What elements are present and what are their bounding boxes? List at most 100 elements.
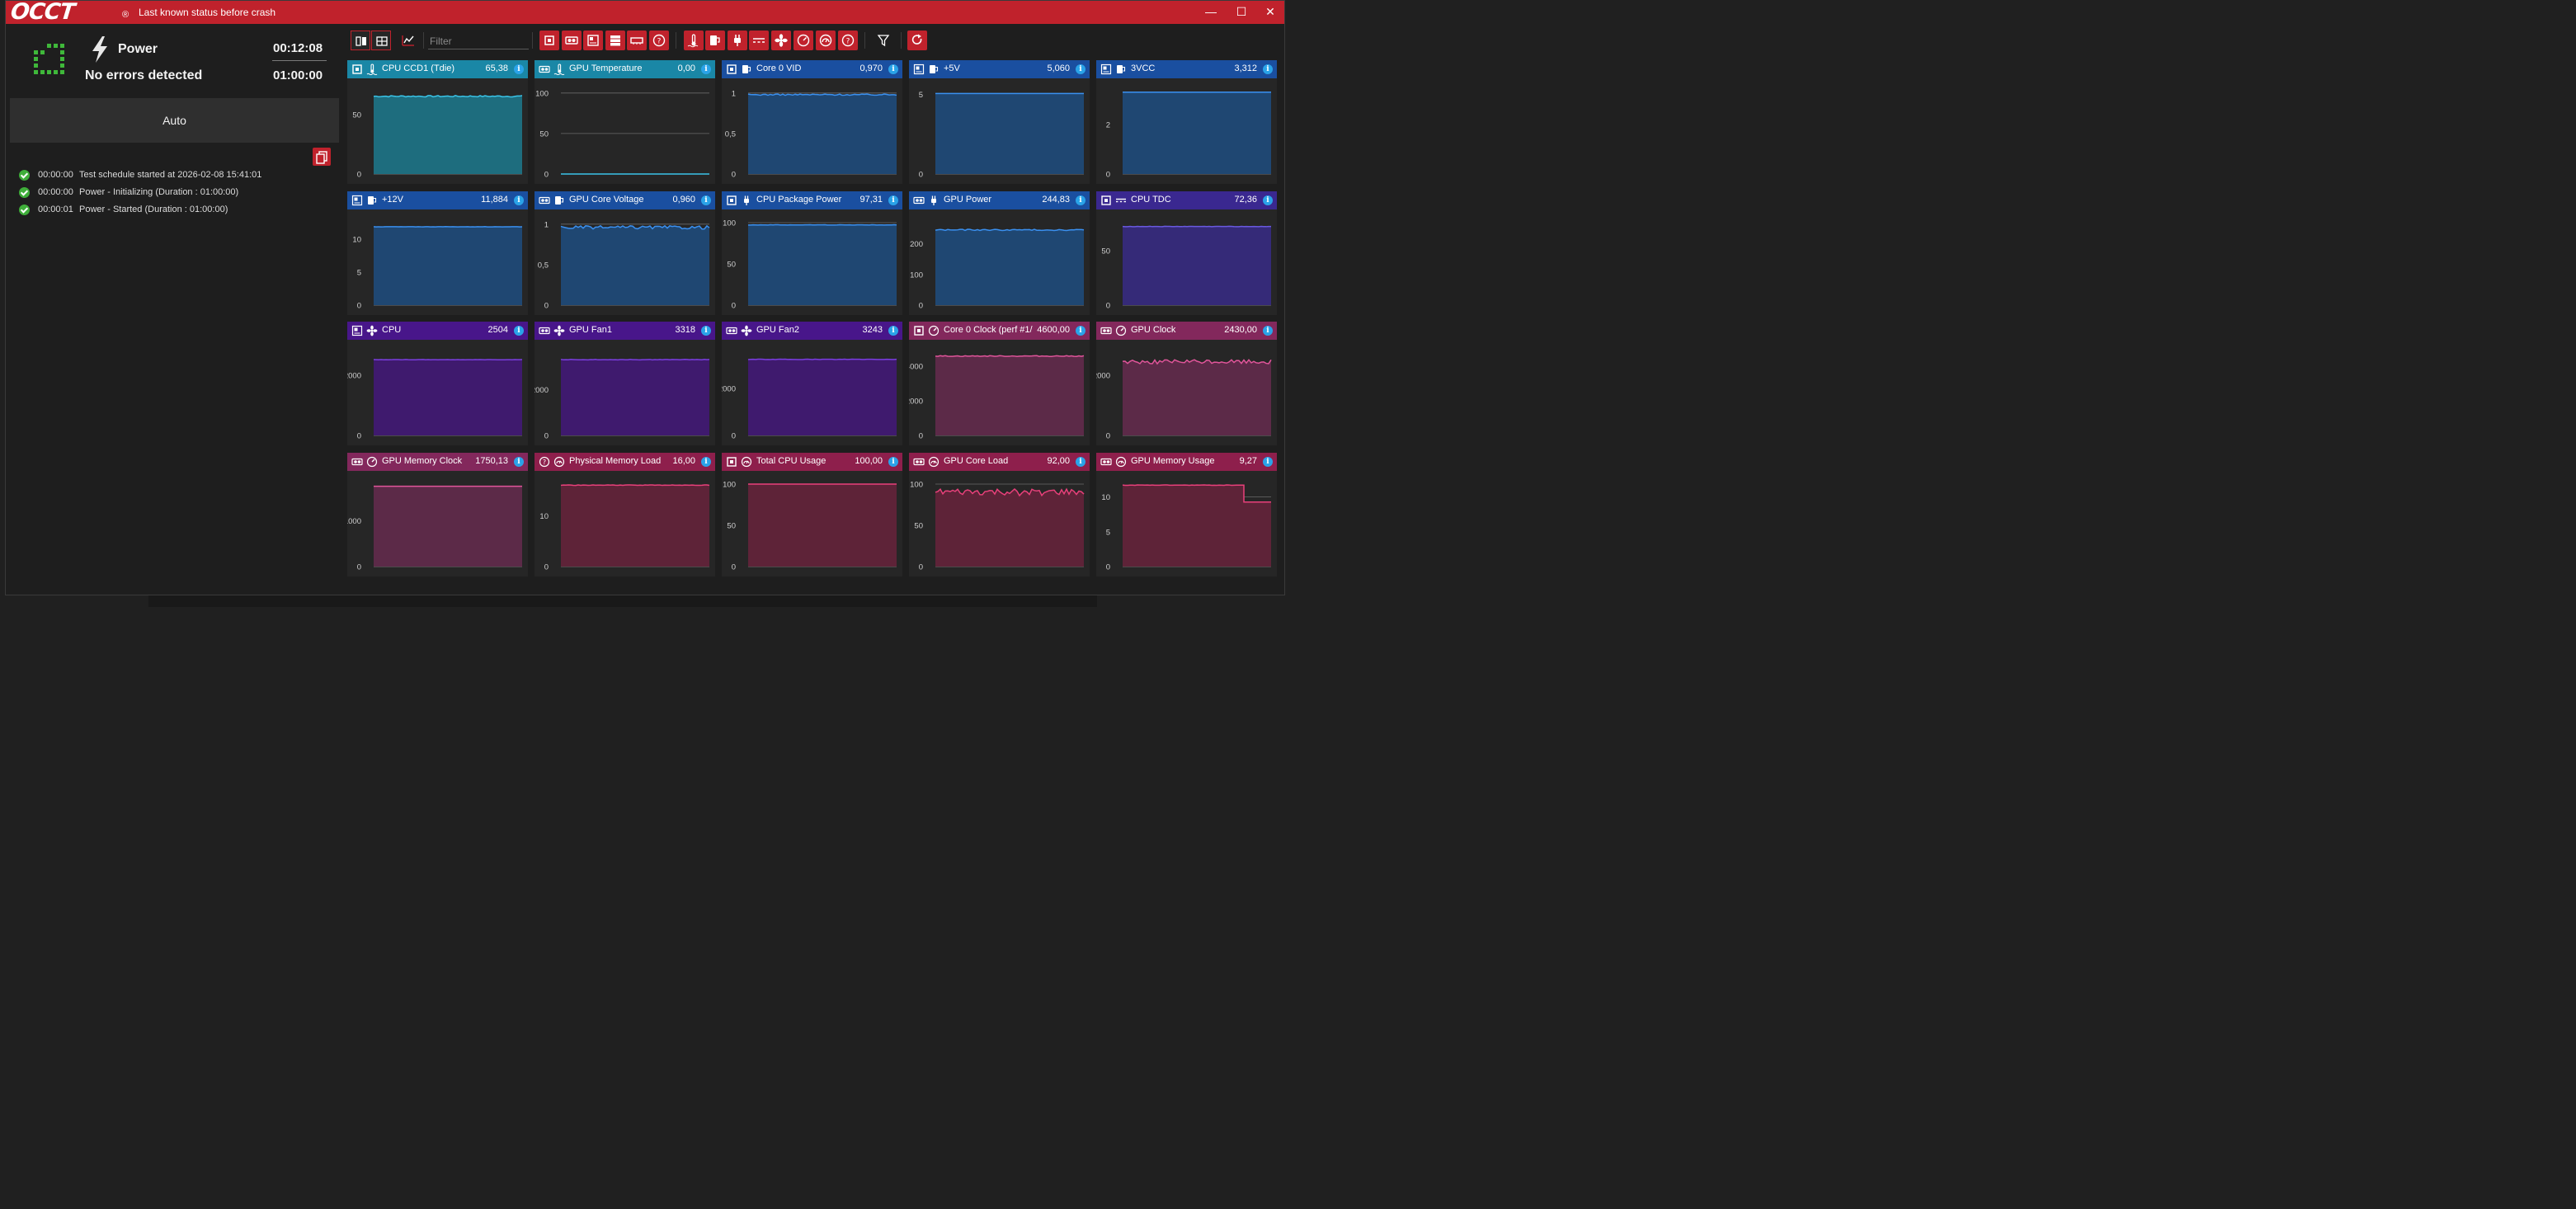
sensor-panel[interactable]: GPU Memory Clock 1750,13 i 0 1000 [347, 453, 528, 576]
storage-filter-button[interactable] [605, 31, 625, 50]
y-tick-label: 0,5 [538, 261, 549, 270]
copy-log-button[interactable] [313, 148, 331, 166]
info-icon[interactable]: i [888, 64, 898, 74]
sensor-value: 0,970 [859, 64, 883, 73]
info-icon[interactable]: i [888, 326, 898, 336]
temperature-filter-icon [687, 34, 699, 48]
sensor-header: GPU Power 244,83 i [909, 191, 1090, 209]
sensor-panel[interactable]: Core 0 Clock (perf #1/4600,00 i 0 2000 4000 [909, 322, 1090, 445]
gpu-filter-button[interactable] [562, 31, 582, 50]
sensor-panel[interactable]: GPU Fan1 3318 i 0 2000 [535, 322, 715, 445]
sensor-panel[interactable]: CPU CCD1 (Tdie) 65,38 i 0 50 [347, 60, 528, 184]
sensor-panel[interactable]: CPU Package Power 97,31 i 0 50 100 [722, 191, 902, 315]
sensor-name: GPU Memory Clock [382, 456, 463, 466]
sensor-panel[interactable]: 3VCC 3,312 i 0 2 [1096, 60, 1277, 184]
sensor-name: GPU Power [944, 195, 992, 205]
list-view-button[interactable] [351, 31, 370, 50]
sensor-value: 97,31 [859, 195, 883, 205]
series-area [561, 484, 709, 567]
temperature-filter-button[interactable] [684, 31, 704, 50]
title-bar[interactable]: OCCT ® Last known status before crash — … [6, 0, 1284, 25]
sensor-chart: 0 10 [539, 484, 710, 572]
sensor-panel[interactable]: GPU Core Load 92,00 i 0 50 100 [909, 453, 1090, 576]
graph-view-button[interactable] [398, 31, 418, 50]
series-line [935, 228, 1085, 232]
info-icon[interactable]: i [1263, 457, 1273, 467]
maximize-button[interactable]: ☐ [1232, 2, 1250, 21]
clock-filter-button[interactable] [794, 31, 813, 50]
gpu-filter-icon [565, 36, 578, 45]
info-icon[interactable]: i [1076, 457, 1085, 467]
info-icon[interactable]: i [1263, 195, 1273, 205]
sensor-panel[interactable]: +12V 11,884 i 0 5 10 [347, 191, 528, 315]
sensor-panel[interactable]: GPU Temperature 0,00 i 0 50 100 [535, 60, 715, 184]
sensor-panel[interactable]: GPU Memory Usage 9,27 i 0 5 10 [1096, 453, 1277, 576]
gpu-icon [1100, 327, 1112, 335]
sensor-panel[interactable]: +5V 5,060 i 0 5 [909, 60, 1090, 184]
close-button[interactable]: ✕ [1261, 2, 1279, 21]
current-filter-button[interactable] [749, 31, 769, 50]
info-icon[interactable]: i [701, 64, 711, 74]
y-tick-label: 0 [357, 432, 361, 441]
sensor-header: +5V 5,060 i [909, 60, 1090, 78]
sensor-header: CPU TDC 72,36 i [1096, 191, 1277, 209]
sensor-panel[interactable]: CPU 2504 i 0 2000 [347, 322, 528, 445]
info-icon[interactable]: i [514, 195, 524, 205]
info-icon[interactable]: i [514, 457, 524, 467]
reset-button[interactable] [907, 31, 927, 50]
info-icon[interactable]: i [514, 64, 524, 74]
y-tick-label: 2 [1106, 121, 1110, 130]
filter-funnel-button[interactable] [874, 31, 893, 50]
sensor-chart: 05 [919, 91, 1084, 180]
sensor-panel[interactable]: Total CPU Usage 100,00 i 0 50 100 [722, 453, 902, 576]
motherboard-filter-button[interactable] [583, 31, 603, 50]
sensor-chart: 0 50 100 [723, 481, 897, 572]
info-icon[interactable]: i [888, 457, 898, 467]
filter-input[interactable] [428, 34, 529, 49]
sensor-panel[interactable]: ? Physical Memory Load 16,00 i 0 10 [535, 453, 715, 576]
info-icon[interactable]: i [701, 195, 711, 205]
info-icon[interactable]: i [1076, 195, 1085, 205]
sensor-value: 2504 [487, 325, 508, 335]
y-tick-label: 1 [732, 89, 736, 98]
sensor-chart: 0 50 100 [910, 481, 1085, 572]
series-area [561, 359, 709, 435]
series-area [374, 359, 522, 435]
load-icon [741, 456, 752, 468]
unknown-filter-button[interactable]: ? [649, 31, 669, 50]
info-icon[interactable]: i [1076, 326, 1085, 336]
toolbar-divider [901, 32, 902, 49]
info-icon[interactable]: i [701, 326, 711, 336]
info-icon[interactable]: i [1263, 64, 1273, 74]
memory-filter-icon [630, 37, 643, 45]
minimize-button[interactable]: — [1202, 2, 1220, 21]
series-area [935, 229, 1084, 305]
grid-view-button[interactable] [371, 31, 391, 50]
log-message: Power - Initializing (Duration : 01:00:0… [79, 187, 239, 197]
other-filter-button[interactable]: ? [838, 31, 858, 50]
cpu-filter-button[interactable] [539, 31, 559, 50]
load-filter-button[interactable] [816, 31, 836, 50]
voltage-filter-button[interactable] [705, 31, 725, 50]
memory-filter-button[interactable] [627, 31, 647, 50]
sensor-panel[interactable]: CPU TDC 72,36 i 0 50 [1096, 191, 1277, 315]
info-icon[interactable]: i [514, 326, 524, 336]
sensor-panel[interactable]: GPU Core Voltage 0,960 i 0 0,5 1 [535, 191, 715, 315]
fan-filter-button[interactable] [771, 31, 791, 50]
sensor-panel[interactable]: GPU Clock 2430,00 i 0 2000 [1096, 322, 1277, 445]
gpu-icon [539, 65, 550, 73]
info-icon[interactable]: i [701, 457, 711, 467]
series-line [560, 224, 710, 230]
power-filter-button[interactable] [728, 31, 747, 50]
auto-mode-button[interactable]: Auto [10, 98, 339, 143]
sensor-panel[interactable]: GPU Power 244,83 i 0 100 200 [909, 191, 1090, 315]
gpu-icon [913, 196, 925, 205]
series-area [374, 486, 522, 567]
log-time: 00:00:00 [38, 170, 73, 180]
info-icon[interactable]: i [1263, 326, 1273, 336]
sensor-panel[interactable]: GPU Fan2 3243 i 0 2000 [722, 322, 902, 445]
info-icon[interactable]: i [1076, 64, 1085, 74]
info-icon[interactable]: i [888, 195, 898, 205]
sensor-panel[interactable]: Core 0 VID 0,970 i 0 0,5 1 [722, 60, 902, 184]
sensor-name: +5V [944, 64, 960, 73]
